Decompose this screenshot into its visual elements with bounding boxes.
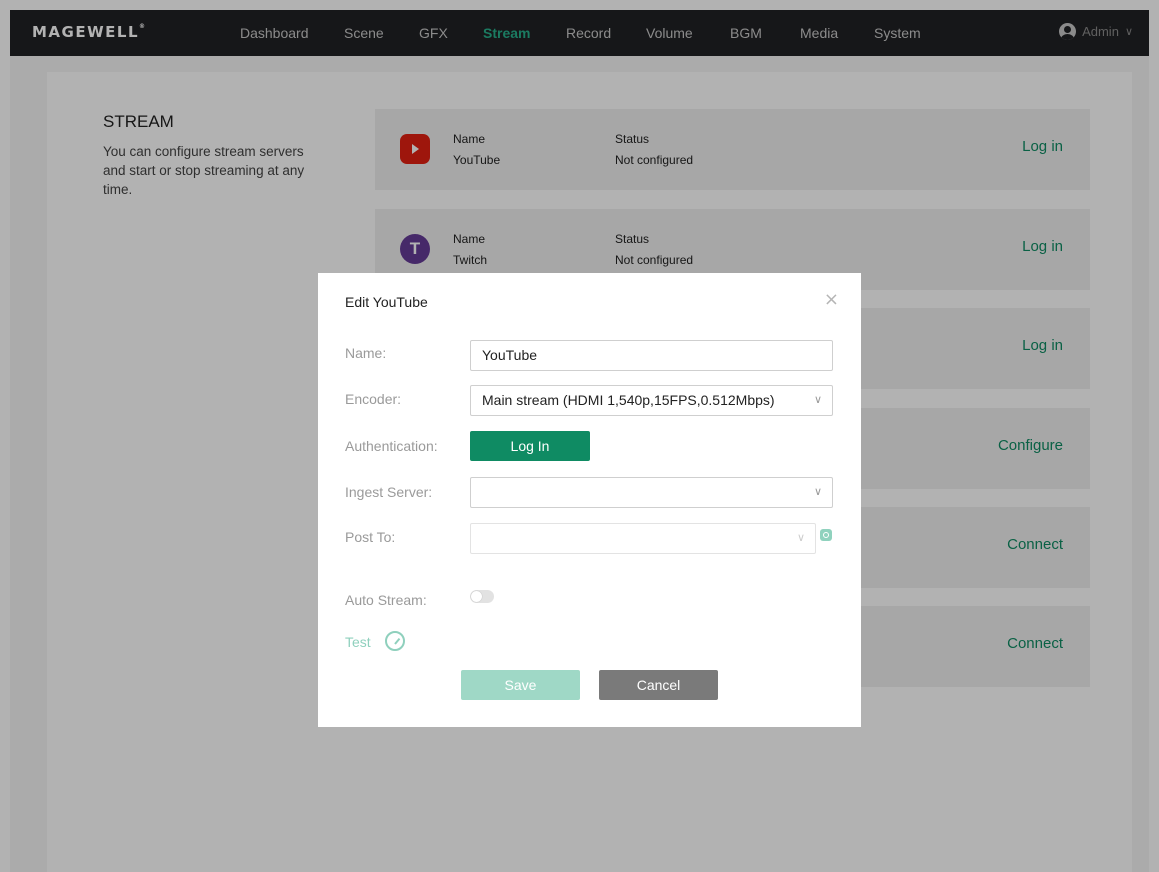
ingest-server-label: Ingest Server: (345, 484, 433, 500)
chevron-down-icon: ∨ (813, 486, 822, 498)
edit-youtube-dialog: Edit YouTube × Name: YouTube Encoder: Ma… (318, 273, 861, 727)
cancel-button[interactable]: Cancel (599, 670, 718, 700)
refresh-icon[interactable] (820, 529, 832, 541)
encoder-field-label: Encoder: (345, 391, 402, 407)
chevron-down-icon: ∨ (796, 532, 805, 544)
close-icon[interactable]: × (824, 289, 839, 310)
authentication-label: Authentication: (345, 438, 438, 454)
ingest-server-select[interactable]: ∨ (470, 477, 833, 508)
encoder-select[interactable]: Main stream (HDMI 1,540p,15FPS,0.512Mbps… (470, 385, 833, 416)
name-field[interactable]: YouTube (470, 340, 833, 371)
login-button[interactable]: Log In (470, 431, 590, 461)
speedometer-icon[interactable] (385, 631, 405, 651)
auto-stream-label: Auto Stream: (345, 592, 427, 608)
post-to-select[interactable]: ∨ (470, 523, 816, 554)
dialog-title: Edit YouTube (345, 294, 428, 310)
test-link[interactable]: Test (345, 634, 371, 650)
encoder-value: Main stream (HDMI 1,540p,15FPS,0.512Mbps… (482, 392, 775, 408)
chevron-down-icon: ∨ (813, 394, 822, 406)
post-to-label: Post To: (345, 529, 396, 545)
auto-stream-toggle[interactable] (470, 590, 494, 603)
name-field-label: Name: (345, 345, 387, 361)
save-button[interactable]: Save (461, 670, 580, 700)
